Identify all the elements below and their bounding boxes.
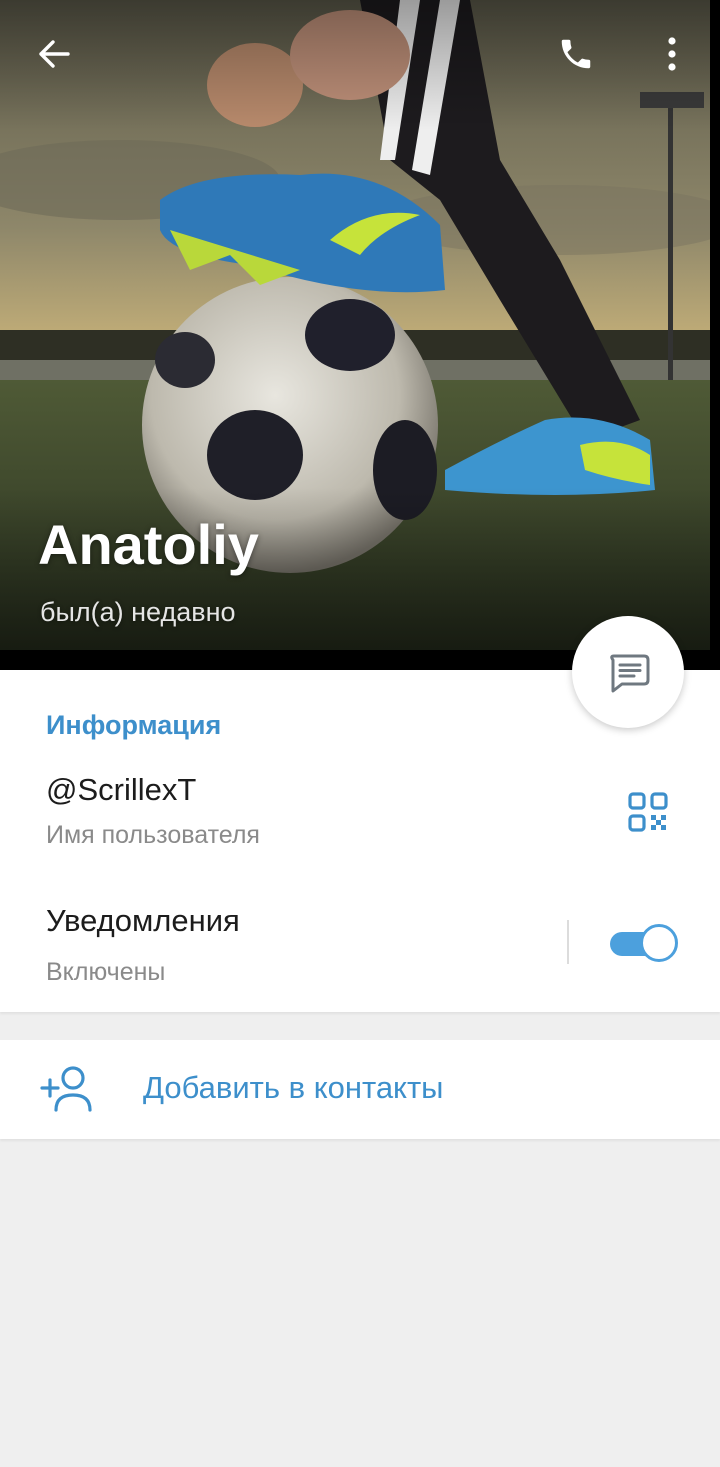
send-message-button[interactable] bbox=[572, 616, 684, 728]
notifications-value: Включены bbox=[46, 958, 166, 986]
add-contact-button[interactable]: Добавить в контакты bbox=[0, 1040, 720, 1139]
more-vertical-icon bbox=[668, 37, 676, 71]
qr-code-icon bbox=[628, 792, 668, 832]
notifications-label: Уведомления bbox=[46, 903, 240, 938]
chat-icon bbox=[610, 654, 650, 693]
notifications-toggle[interactable] bbox=[610, 923, 678, 963]
add-user-icon bbox=[40, 1066, 92, 1112]
qr-code-button[interactable] bbox=[618, 782, 678, 842]
arrow-left-icon bbox=[39, 40, 70, 68]
back-button[interactable] bbox=[22, 22, 86, 86]
add-contact-label: Добавить в контакты bbox=[143, 1070, 444, 1105]
phone-icon bbox=[561, 39, 591, 69]
divider bbox=[567, 920, 569, 964]
profile-name: Anatoliy bbox=[38, 513, 259, 576]
section-title: Информация bbox=[46, 710, 222, 740]
more-options-button[interactable] bbox=[640, 22, 704, 86]
call-button[interactable] bbox=[544, 22, 608, 86]
profile-header: Anatoliy был(а) недавно bbox=[0, 0, 720, 670]
profile-status: был(а) недавно bbox=[40, 597, 236, 627]
username-value: @ScrillexT bbox=[46, 772, 197, 807]
username-caption: Имя пользователя bbox=[46, 821, 260, 849]
toggle-knob bbox=[640, 924, 678, 962]
